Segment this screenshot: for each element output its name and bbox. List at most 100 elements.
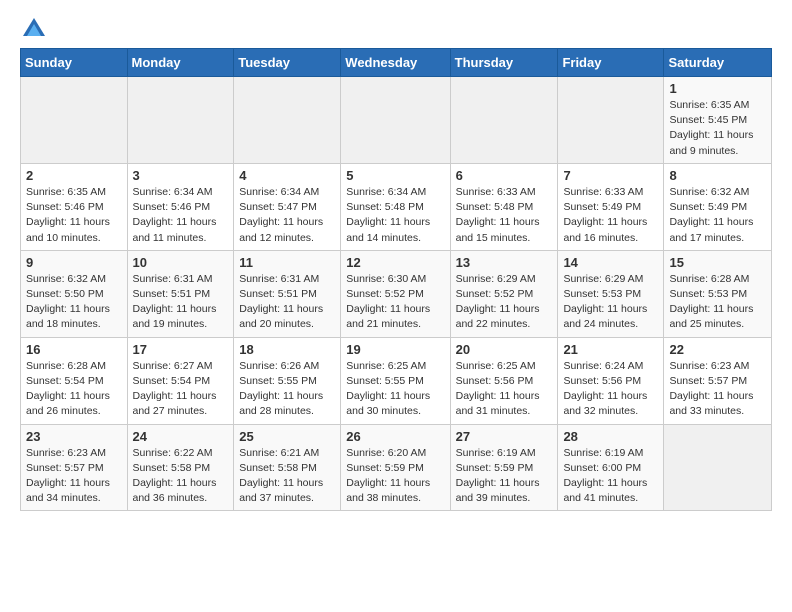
- day-info: Sunrise: 6:31 AM Sunset: 5:51 PM Dayligh…: [239, 272, 335, 333]
- calendar-cell: 20Sunrise: 6:25 AM Sunset: 5:56 PM Dayli…: [450, 337, 558, 424]
- day-info: Sunrise: 6:34 AM Sunset: 5:48 PM Dayligh…: [346, 185, 444, 246]
- day-number: 1: [669, 81, 766, 96]
- calendar-cell: 17 Sunrise: 6:27 AM Sunset: 5:54 PM Dayli…: [127, 337, 234, 424]
- calendar-cell: 9 Sunrise: 6:32 AM Sunset: 5:50 PM Daylig…: [21, 250, 128, 337]
- calendar-table: SundayMondayTuesdayWednesdayThursdayFrid…: [20, 48, 772, 511]
- day-number: 20: [456, 342, 553, 357]
- day-number: 7: [563, 168, 658, 183]
- day-number: 26: [346, 429, 444, 444]
- day-number: 25: [239, 429, 335, 444]
- calendar-cell: 3 Sunrise: 6:34 AM Sunset: 5:46 PM Daylig…: [127, 163, 234, 250]
- day-number: 21: [563, 342, 658, 357]
- calendar-cell: 26 Sunrise: 6:20 AM Sunset: 5:59 PM Dayli…: [341, 424, 450, 511]
- day-number: 12: [346, 255, 444, 270]
- day-info: Sunrise: 6:20 AM Sunset: 5:59 PM Dayligh…: [346, 446, 444, 507]
- day-info: Sunrise: 6:33 AM Sunset: 5:48 PM Dayligh…: [456, 185, 553, 246]
- logo-icon: [23, 18, 45, 36]
- day-number: 15: [669, 255, 766, 270]
- logo: [20, 16, 45, 36]
- calendar-week-row: 2 Sunrise: 6:35 AM Sunset: 5:46 PM Daylig…: [21, 163, 772, 250]
- day-number: 18: [239, 342, 335, 357]
- calendar-cell: 25 Sunrise: 6:21 AM Sunset: 5:58 PM Dayli…: [234, 424, 341, 511]
- day-number: 13: [456, 255, 553, 270]
- weekday-header-sunday: Sunday: [21, 49, 128, 77]
- day-info: Sunrise: 6:31 AM Sunset: 5:51 PM Dayligh…: [133, 272, 229, 333]
- calendar-cell: 23 Sunrise: 6:23 AM Sunset: 5:57 PM Dayli…: [21, 424, 128, 511]
- day-info: Sunrise: 6:25 AM Sunset: 5:55 PM Dayligh…: [346, 359, 444, 420]
- calendar-cell: 1 Sunrise: 6:35 AM Sunset: 5:45 PM Daylig…: [664, 77, 772, 164]
- day-info: Sunrise: 6:30 AM Sunset: 5:52 PM Dayligh…: [346, 272, 444, 333]
- day-number: 4: [239, 168, 335, 183]
- weekday-header-wednesday: Wednesday: [341, 49, 450, 77]
- day-info: Sunrise: 6:29 AM Sunset: 5:52 PM Dayligh…: [456, 272, 553, 333]
- day-number: 27: [456, 429, 553, 444]
- calendar-cell: 10 Sunrise: 6:31 AM Sunset: 5:51 PM Dayli…: [127, 250, 234, 337]
- day-number: 23: [26, 429, 122, 444]
- day-number: 9: [26, 255, 122, 270]
- day-number: 3: [133, 168, 229, 183]
- calendar-cell: 14Sunrise: 6:29 AM Sunset: 5:53 PM Dayli…: [558, 250, 664, 337]
- day-info: Sunrise: 6:27 AM Sunset: 5:54 PM Dayligh…: [133, 359, 229, 420]
- calendar-week-row: 1 Sunrise: 6:35 AM Sunset: 5:45 PM Daylig…: [21, 77, 772, 164]
- calendar-cell: 21 Sunrise: 6:24 AM Sunset: 5:56 PM Dayli…: [558, 337, 664, 424]
- calendar-cell: [664, 424, 772, 511]
- day-info: Sunrise: 6:24 AM Sunset: 5:56 PM Dayligh…: [563, 359, 658, 420]
- calendar-cell: 5 Sunrise: 6:34 AM Sunset: 5:48 PM Daylig…: [341, 163, 450, 250]
- calendar-cell: 2 Sunrise: 6:35 AM Sunset: 5:46 PM Daylig…: [21, 163, 128, 250]
- day-number: 16: [26, 342, 122, 357]
- weekday-header-saturday: Saturday: [664, 49, 772, 77]
- weekday-header-tuesday: Tuesday: [234, 49, 341, 77]
- day-info: Sunrise: 6:22 AM Sunset: 5:58 PM Dayligh…: [133, 446, 229, 507]
- calendar-cell: [234, 77, 341, 164]
- day-number: 6: [456, 168, 553, 183]
- weekday-header-monday: Monday: [127, 49, 234, 77]
- day-number: 24: [133, 429, 229, 444]
- calendar-cell: 4 Sunrise: 6:34 AM Sunset: 5:47 PM Daylig…: [234, 163, 341, 250]
- day-number: 28: [563, 429, 658, 444]
- calendar-cell: 13 Sunrise: 6:29 AM Sunset: 5:52 PM Dayli…: [450, 250, 558, 337]
- calendar-cell: 16Sunrise: 6:28 AM Sunset: 5:54 PM Dayli…: [21, 337, 128, 424]
- calendar-cell: 19 Sunrise: 6:25 AM Sunset: 5:55 PM Dayli…: [341, 337, 450, 424]
- day-number: 19: [346, 342, 444, 357]
- calendar-cell: 28 Sunrise: 6:19 AM Sunset: 6:00 PM Dayli…: [558, 424, 664, 511]
- calendar-cell: 15Sunrise: 6:28 AM Sunset: 5:53 PM Dayli…: [664, 250, 772, 337]
- calendar-week-row: 9 Sunrise: 6:32 AM Sunset: 5:50 PM Daylig…: [21, 250, 772, 337]
- day-info: Sunrise: 6:23 AM Sunset: 5:57 PM Dayligh…: [26, 446, 122, 507]
- day-number: 11: [239, 255, 335, 270]
- day-info: Sunrise: 6:33 AM Sunset: 5:49 PM Dayligh…: [563, 185, 658, 246]
- day-info: Sunrise: 6:23 AM Sunset: 5:57 PM Dayligh…: [669, 359, 766, 420]
- calendar-cell: 24 Sunrise: 6:22 AM Sunset: 5:58 PM Dayli…: [127, 424, 234, 511]
- day-number: 5: [346, 168, 444, 183]
- day-number: 17: [133, 342, 229, 357]
- day-number: 10: [133, 255, 229, 270]
- calendar-header-row: SundayMondayTuesdayWednesdayThursdayFrid…: [21, 49, 772, 77]
- calendar-cell: 22 Sunrise: 6:23 AM Sunset: 5:57 PM Dayli…: [664, 337, 772, 424]
- day-info: Sunrise: 6:34 AM Sunset: 5:46 PM Dayligh…: [133, 185, 229, 246]
- calendar-cell: [127, 77, 234, 164]
- day-info: Sunrise: 6:32 AM Sunset: 5:49 PM Dayligh…: [669, 185, 766, 246]
- day-info: Sunrise: 6:19 AM Sunset: 5:59 PM Dayligh…: [456, 446, 553, 507]
- page-header: [20, 16, 772, 36]
- day-number: 2: [26, 168, 122, 183]
- day-info: Sunrise: 6:26 AM Sunset: 5:55 PM Dayligh…: [239, 359, 335, 420]
- day-info: Sunrise: 6:21 AM Sunset: 5:58 PM Dayligh…: [239, 446, 335, 507]
- calendar-cell: 12 Sunrise: 6:30 AM Sunset: 5:52 PM Dayli…: [341, 250, 450, 337]
- calendar-cell: 7 Sunrise: 6:33 AM Sunset: 5:49 PM Daylig…: [558, 163, 664, 250]
- day-number: 8: [669, 168, 766, 183]
- calendar-cell: 11 Sunrise: 6:31 AM Sunset: 5:51 PM Dayli…: [234, 250, 341, 337]
- calendar-cell: 8 Sunrise: 6:32 AM Sunset: 5:49 PM Daylig…: [664, 163, 772, 250]
- day-info: Sunrise: 6:35 AM Sunset: 5:45 PM Dayligh…: [669, 98, 766, 159]
- day-info: Sunrise: 6:35 AM Sunset: 5:46 PM Dayligh…: [26, 185, 122, 246]
- day-number: 22: [669, 342, 766, 357]
- calendar-cell: 6 Sunrise: 6:33 AM Sunset: 5:48 PM Daylig…: [450, 163, 558, 250]
- weekday-header-thursday: Thursday: [450, 49, 558, 77]
- calendar-cell: [558, 77, 664, 164]
- day-info: Sunrise: 6:32 AM Sunset: 5:50 PM Dayligh…: [26, 272, 122, 333]
- day-info: Sunrise: 6:19 AM Sunset: 6:00 PM Dayligh…: [563, 446, 658, 507]
- calendar-cell: [450, 77, 558, 164]
- day-info: Sunrise: 6:34 AM Sunset: 5:47 PM Dayligh…: [239, 185, 335, 246]
- calendar-week-row: 23 Sunrise: 6:23 AM Sunset: 5:57 PM Dayli…: [21, 424, 772, 511]
- calendar-week-row: 16Sunrise: 6:28 AM Sunset: 5:54 PM Dayli…: [21, 337, 772, 424]
- calendar-cell: [21, 77, 128, 164]
- day-number: 14: [563, 255, 658, 270]
